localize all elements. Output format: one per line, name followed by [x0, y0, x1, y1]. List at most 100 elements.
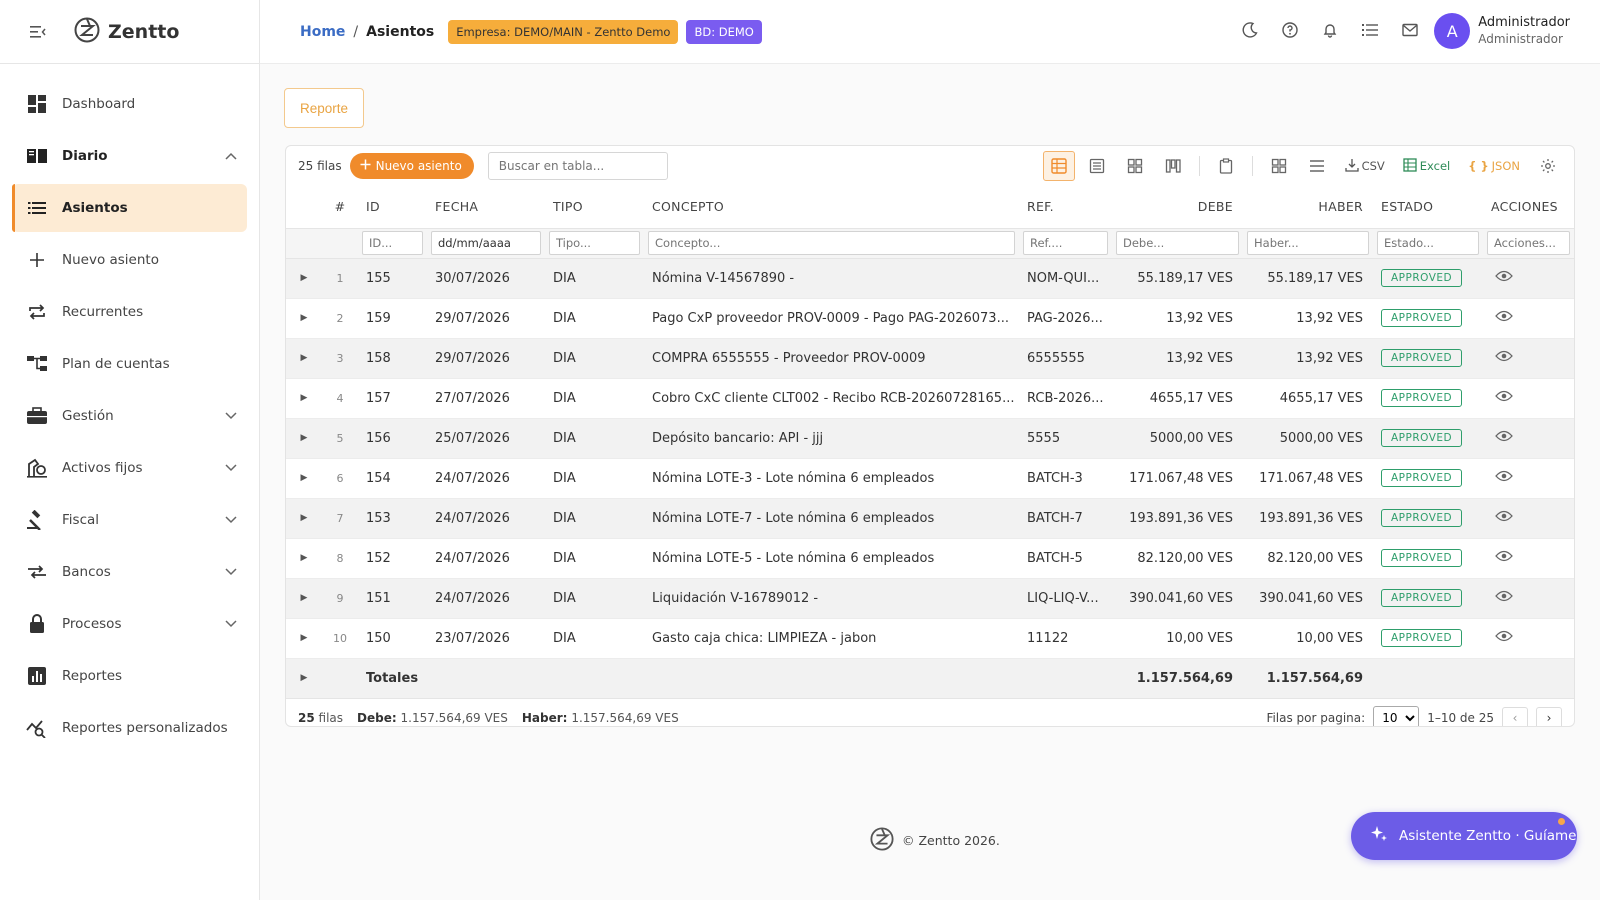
table-row[interactable]: ▶ 1 155 30/07/2026 DIA Nómina V-14567890 - NOM… — [286, 258, 1574, 299]
filter-acciones-input[interactable] — [1487, 231, 1570, 255]
table-row[interactable]: ▶ 7 153 24/07/2026 DIA Nómina LOTE-7 - Lote n… — [286, 498, 1574, 539]
sidebar-item-gestion[interactable]: Gestión — [12, 392, 247, 440]
tasks-list-icon[interactable] — [1360, 20, 1380, 40]
table-row[interactable]: ▶ 8 152 24/07/2026 DIA Nómina LOTE-5 - Lote n… — [286, 538, 1574, 579]
sidebar-item-fiscal[interactable]: Fiscal — [12, 496, 247, 544]
footer-haber-value: 1.157.564,69 VES — [571, 710, 679, 725]
assistant-button[interactable]: Asistente Zentto · Guíame — [1351, 812, 1577, 860]
sidebar-item-bancos[interactable]: Bancos — [12, 548, 247, 596]
density-icon[interactable] — [1301, 151, 1333, 181]
export-csv-button[interactable]: CSV — [1339, 151, 1391, 181]
sidebar-item-recurrentes[interactable]: Recurrentes — [12, 288, 247, 336]
sidebar-item-label: Activos fijos — [62, 460, 143, 476]
sidebar-item-reportes[interactable]: Reportes — [12, 652, 247, 700]
expand-toggle-icon[interactable]: ▶ — [286, 338, 322, 379]
sidebar-item-procesos[interactable]: Procesos — [12, 600, 247, 648]
export-json-button[interactable]: { } JSON — [1462, 151, 1526, 181]
view-eye-icon[interactable] — [1495, 270, 1513, 286]
empresa-badge[interactable]: Empresa: DEMO/MAIN - Zentto Demo — [448, 19, 679, 44]
sidebar-item-nuevo-asiento[interactable]: Nuevo asiento — [12, 236, 247, 284]
filter-tipo-input[interactable] — [549, 231, 640, 255]
table-row[interactable]: ▶ 4 157 27/07/2026 DIA Cobro CxC cliente CLT0… — [286, 378, 1574, 419]
table-row[interactable]: ▶ 5 156 25/07/2026 DIA Depósito bancario: API… — [286, 418, 1574, 459]
view-eye-icon[interactable] — [1495, 510, 1513, 526]
kanban-view-icon[interactable] — [1157, 151, 1189, 181]
table-row[interactable]: ▶ 6 154 24/07/2026 DIA Nómina LOTE-3 - Lote n… — [286, 458, 1574, 499]
app-logo[interactable]: Zentto — [74, 17, 179, 47]
column-header-concepto[interactable]: CONCEPTO — [644, 186, 1019, 229]
view-eye-icon[interactable] — [1495, 390, 1513, 406]
columns-icon[interactable] — [1263, 151, 1295, 181]
row-debe: 390.041,60 VES — [1112, 578, 1243, 619]
notifications-bell-icon[interactable] — [1320, 20, 1340, 40]
expand-toggle-icon[interactable]: ▶ — [286, 618, 322, 659]
table-view-icon[interactable] — [1042, 151, 1075, 181]
table-row[interactable]: ▶ 2 159 29/07/2026 DIA Pago CxP proveedor PRO… — [286, 298, 1574, 339]
filter-haber-input[interactable] — [1247, 231, 1369, 255]
sidebar-item-reportes-personalizados[interactable]: Reportes personalizados — [12, 704, 247, 752]
avatar[interactable]: A — [1434, 13, 1471, 49]
collapse-menu-icon[interactable] — [28, 22, 48, 42]
table-row[interactable]: ▶ 9 151 24/07/2026 DIA Liquidación V-16789012… — [286, 578, 1574, 619]
expand-toggle-icon[interactable]: ▶ — [286, 258, 322, 299]
filter-concepto-input[interactable] — [648, 231, 1015, 255]
view-eye-icon[interactable] — [1495, 430, 1513, 446]
sidebar-item-dashboard[interactable]: Dashboard — [12, 80, 247, 128]
column-header-index[interactable]: # — [322, 186, 358, 229]
table-row[interactable]: ▶ 3 158 29/07/2026 DIA COMPRA 6555555 - Prove… — [286, 338, 1574, 379]
filter-fecha-input[interactable] — [431, 231, 541, 255]
sidebar-item-activos-fijos[interactable]: Activos fijos — [12, 444, 247, 492]
expand-toggle-icon[interactable]: ▶ — [286, 378, 322, 419]
expand-toggle-icon[interactable]: ▶ — [286, 298, 322, 339]
row-fecha: 30/07/2026 — [427, 258, 545, 299]
expand-toggle-icon[interactable]: ▶ — [286, 418, 322, 459]
table-search-input[interactable] — [487, 152, 668, 180]
view-eye-icon[interactable] — [1495, 550, 1513, 566]
mail-icon[interactable] — [1400, 20, 1420, 40]
filter-id-input[interactable] — [362, 231, 423, 255]
sidebar-item-asientos[interactable]: Asientos — [12, 184, 247, 232]
spreadsheet-icon — [1403, 157, 1417, 175]
breadcrumb-home-link[interactable]: Home — [300, 24, 345, 40]
column-header-id[interactable]: ID — [358, 186, 427, 229]
grid-view-icon[interactable] — [1119, 151, 1151, 181]
list-view-icon[interactable] — [1081, 151, 1113, 181]
filter-ref-input[interactable] — [1023, 231, 1108, 255]
view-eye-icon[interactable] — [1495, 310, 1513, 326]
view-eye-icon[interactable] — [1495, 630, 1513, 646]
view-eye-icon[interactable] — [1495, 470, 1513, 486]
new-entry-button[interactable]: Nuevo asiento — [349, 153, 474, 179]
user-menu[interactable]: A Administrador Administrador — [1434, 13, 1570, 49]
table-row[interactable]: ▶ 10 150 23/07/2026 DIA Gasto caja chica: LIM… — [286, 618, 1574, 659]
database-badge[interactable]: BD: DEMO — [686, 19, 762, 44]
expand-toggle-icon[interactable]: ▶ — [286, 538, 322, 579]
dark-mode-icon[interactable] — [1240, 20, 1260, 40]
expand-toggle-icon[interactable]: ▶ — [286, 458, 322, 499]
column-header-tipo[interactable]: TIPO — [545, 186, 644, 229]
view-eye-icon[interactable] — [1495, 350, 1513, 366]
column-header-debe[interactable]: DEBE — [1112, 186, 1243, 229]
sidebar-item-plan-de-cuentas[interactable]: Plan de cuentas — [12, 340, 247, 388]
expand-toggle-icon[interactable]: ▶ — [286, 578, 322, 619]
status-badge: APPROVED — [1381, 349, 1463, 367]
column-header-ref[interactable]: REF. — [1019, 186, 1112, 229]
clipboard-icon[interactable] — [1210, 151, 1242, 181]
filter-debe-input[interactable] — [1116, 231, 1239, 255]
sidebar-item-diario[interactable]: Diario — [12, 132, 247, 180]
view-eye-icon[interactable] — [1495, 590, 1513, 606]
column-header-haber[interactable]: HABER — [1243, 186, 1373, 229]
filter-estado-input[interactable] — [1377, 231, 1479, 255]
row-index: 8 — [322, 538, 358, 579]
export-excel-button[interactable]: Excel — [1397, 151, 1456, 181]
previous-page-button[interactable]: ‹ — [1502, 706, 1528, 726]
expand-toggle-icon[interactable]: ▶ — [286, 657, 322, 699]
expand-toggle-icon[interactable]: ▶ — [286, 498, 322, 539]
rows-per-page-select[interactable]: 10 — [1373, 705, 1420, 726]
next-page-button[interactable]: › — [1536, 706, 1562, 726]
help-icon[interactable] — [1280, 20, 1300, 40]
column-header-estado[interactable]: ESTADO — [1373, 186, 1483, 229]
column-header-fecha[interactable]: FECHA — [427, 186, 545, 229]
settings-gear-icon[interactable] — [1532, 151, 1564, 181]
report-button[interactable]: Reporte — [284, 88, 364, 128]
column-header-acciones[interactable]: ACCIONES — [1483, 186, 1574, 229]
